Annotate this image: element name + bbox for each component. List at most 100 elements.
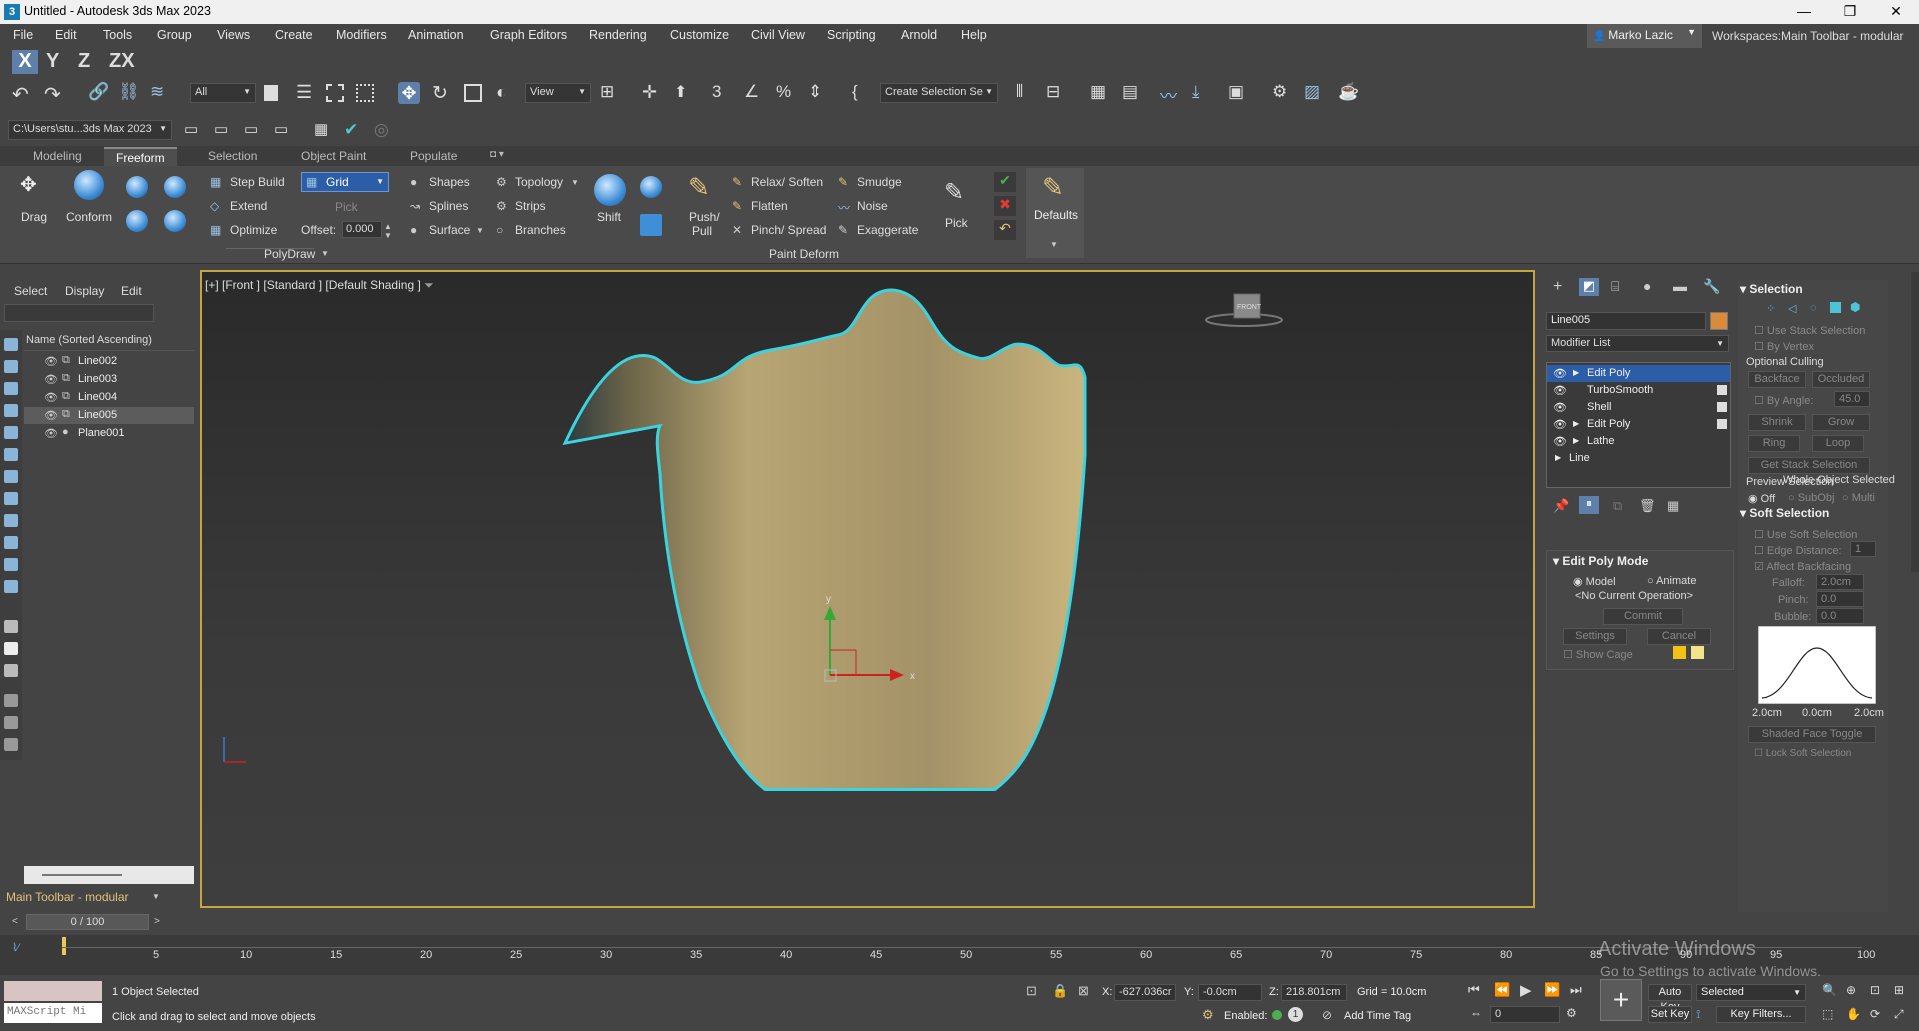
set-project-folder-icon[interactable]: ▭ [274,120,296,142]
edit-poly-mode-header-text[interactable]: Edit Poly Mode [1562,554,1648,568]
menu-customize[interactable]: Customize [670,28,729,42]
shift-button[interactable]: Shift [597,210,621,224]
splines-button[interactable]: Splines [429,199,468,213]
key-filters-button[interactable]: Key Filters... [1716,1006,1806,1023]
display-shapes-icon[interactable] [4,360,18,373]
current-frame-field[interactable]: 0 [1490,1006,1560,1023]
time-configuration-icon[interactable]: ⚙ [1566,1006,1577,1020]
name-column-header[interactable]: Name (Sorted Ascending) [26,334,152,346]
add-time-tag-button[interactable]: Add Time Tag [1344,1010,1411,1022]
unlink-icon[interactable]: ⛓ [118,82,140,104]
menu-modifiers[interactable]: Modifiers [336,28,387,42]
maximize-viewport-icon[interactable]: ⤢ [1894,1007,1904,1022]
go-to-end-icon[interactable]: ⏭ [1570,982,1582,998]
shapes-button[interactable]: Shapes [429,175,470,189]
command-panel-scrollbar[interactable] [1911,272,1919,572]
pin-stack-icon[interactable]: 📌 [1553,498,1569,514]
offset-spinner[interactable]: 0.000 [342,221,382,238]
zoom-all-icon[interactable]: ⊕ [1846,983,1856,997]
show-end-result-icon[interactable]: ⏸ [1579,496,1599,514]
remove-modifier-icon[interactable]: 🗑 [1639,498,1656,514]
create-selection-set-dropdown[interactable]: Create Selection Se ▼ [880,83,998,103]
tree-row-line002[interactable]: 👁 ⧉ Line002 [24,353,194,370]
rectangular-selection-icon[interactable] [326,84,344,102]
save-file-icon[interactable]: ▦ [314,120,336,142]
angle-snap-icon[interactable]: ∠ [744,82,766,104]
link-icon[interactable]: 🔗 [88,82,110,104]
tree-row-line005[interactable]: 👁 ⧉ Line005 [24,407,194,424]
shift-icon[interactable] [594,174,626,206]
revert-icon[interactable]: ↶ [994,220,1016,240]
key-mode-icon[interactable]: ⟟ [1696,1007,1700,1022]
display-groups-icon[interactable] [4,470,18,483]
element-mode-icon[interactable]: ⬢ [1850,300,1860,314]
display-none-icon[interactable] [4,642,18,655]
use-soft-selection-checkbox[interactable]: ☐ Use Soft Selection [1754,528,1857,541]
modifier-list-dropdown[interactable]: Modifier List ▼ [1546,335,1729,352]
shift-rotate-icon[interactable] [640,176,662,198]
strips-button[interactable]: Strips [515,199,546,213]
model-radio[interactable]: ◉ Model [1573,575,1616,588]
conform-vertical-icon[interactable] [126,210,148,232]
menu-file[interactable]: File [13,28,33,42]
pick-button[interactable]: Pick [945,216,968,230]
key-selection-dropdown[interactable]: Selected ▼ [1696,984,1806,1001]
field-of-view-icon[interactable]: ⬚ [1822,1007,1833,1021]
next-frame-arrow-icon[interactable]: > [154,916,160,927]
use-stack-selection-checkbox[interactable]: ☐ Use Stack Selection [1754,324,1865,337]
zoom-icon[interactable]: 🔍 [1822,983,1837,997]
display-frozen-icon[interactable] [4,558,18,571]
maxscript-listener-output[interactable] [4,981,102,1001]
menu-arnold[interactable]: Arnold [901,28,937,42]
tab-modeling[interactable]: Modeling [33,149,82,163]
preview-subobj-radio[interactable]: ○ SubObj [1788,492,1834,504]
display-bones-icon[interactable] [4,514,18,527]
stack-item-lathe[interactable]: 👁 ▶ Lathe [1547,433,1730,450]
time-slider[interactable]: 0 / 100 [26,914,149,930]
display-lights-icon[interactable] [4,382,18,395]
select-and-scale-icon[interactable] [464,84,482,102]
spinner-arrows-icon[interactable]: ▲ ▼ [384,222,392,240]
branches-button[interactable]: Branches [515,223,566,237]
axis-x-button[interactable]: X [12,50,38,74]
cancel-button[interactable]: Cancel [1647,628,1711,645]
chevron-down-icon[interactable]: ▼ [321,249,329,258]
select-object-icon[interactable] [264,85,278,101]
filter-icon[interactable]: ⏷ [424,278,434,292]
select-by-name-icon[interactable]: ☰ [296,82,318,104]
display-tab-icon[interactable]: ▬ [1673,278,1687,294]
menu-civil-view[interactable]: Civil View [751,28,805,42]
set-key-plus-icon[interactable]: + [1600,979,1642,1021]
soft-selection-header[interactable]: ▾ Soft Selection [1740,506,1829,520]
utilities-tab-icon[interactable]: 🔧 [1703,278,1720,295]
tree-row-line004[interactable]: 👁 ⧉ Line004 [24,389,194,406]
check-icon[interactable]: ✔ [344,120,366,142]
keyboard-shortcut-override-icon[interactable]: ⬆ [674,82,696,104]
select-and-move-icon[interactable]: ✥ [398,82,420,104]
menu-graph-editors[interactable]: Graph Editors [490,28,567,42]
percent-snap-icon[interactable]: % [776,82,798,104]
eye-icon[interactable]: 👁 [44,391,58,404]
rendered-frame-window-icon[interactable]: ▨ [1304,82,1326,104]
auto-key-button[interactable]: Auto Key [1648,984,1692,1013]
spinner-snap-icon[interactable]: ⇕ [808,82,830,104]
selection-header-text[interactable]: Selection [1749,282,1802,296]
next-frame-icon[interactable]: ⏩ [1544,982,1560,998]
bubble-spinner[interactable]: 0.0 [1816,608,1864,624]
stack-item-shell[interactable]: 👁 Shell [1547,399,1730,416]
cage-selected-color-swatch[interactable] [1691,646,1704,659]
open-project-icon[interactable]: ▭ [184,120,206,142]
chevron-down-icon[interactable]: ▼ [476,226,484,235]
loop-button[interactable]: Loop [1812,435,1864,452]
project-from-selection-icon[interactable]: ▭ [244,120,266,142]
topology-button[interactable]: Topology [515,175,563,189]
object-color-swatch[interactable] [1710,312,1728,330]
polygon-mode-icon[interactable] [1830,302,1841,313]
pan-view-icon[interactable]: ✋ [1846,1007,1861,1021]
menu-help[interactable]: Help [961,28,987,42]
draw-on-grid-dropdown[interactable]: ▦ Grid ▼ [301,172,389,192]
conform-options-icon[interactable] [164,210,186,232]
select-and-place-icon[interactable]: ◐ [496,82,518,104]
scene-explorer-scrollbar[interactable] [24,866,194,884]
conform-icon[interactable] [74,170,104,200]
